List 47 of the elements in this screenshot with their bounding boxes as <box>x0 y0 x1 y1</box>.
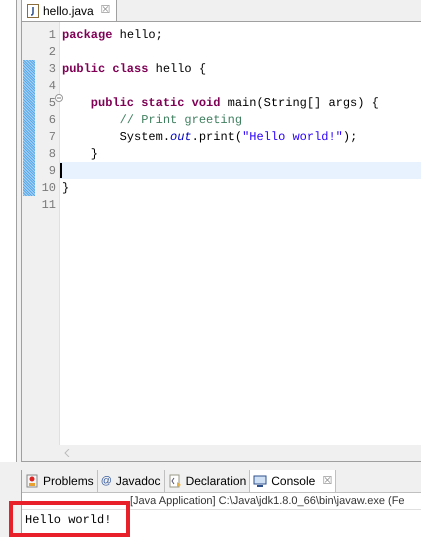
line-number: 5 <box>48 94 56 112</box>
tab-label: Console <box>271 473 316 490</box>
code-text: package hello; <box>61 26 163 44</box>
line-number: 3 <box>48 60 56 78</box>
line-number: 2 <box>48 44 56 60</box>
change-marker <box>23 111 35 128</box>
change-marker <box>23 145 35 162</box>
close-button[interactable]: ☒ <box>322 472 332 490</box>
change-marker <box>23 60 35 77</box>
panel-tab[interactable]: @ Javadoc <box>98 470 165 492</box>
line-number: 9 <box>48 162 56 180</box>
tab-label: hello.java <box>43 2 94 20</box>
monitor-icon <box>253 474 268 488</box>
code-text: System.out.print("Hello world!"); <box>118 128 358 146</box>
at-icon: @ <box>100 472 112 490</box>
line-number: 4 <box>48 78 56 94</box>
tab-label: Problems <box>43 473 94 490</box>
code-text: public static void main(String[] args) { <box>90 94 379 112</box>
line-number: 10 <box>42 180 56 196</box>
line-number: 7 <box>48 128 56 146</box>
problems-icon <box>25 474 39 488</box>
panel-tab[interactable]: Console ☒ <box>250 470 336 492</box>
line-number: 11 <box>42 196 56 214</box>
editor-tab[interactable]: hello.java ☒ <box>22 0 117 21</box>
line-number: 8 <box>48 146 56 162</box>
tab-label: Declaration <box>186 473 246 490</box>
change-marker <box>23 77 35 94</box>
line-number: 6 <box>48 112 56 128</box>
code-text: } <box>61 180 70 196</box>
code-text: } <box>90 146 98 162</box>
close-button[interactable]: ☒ <box>100 2 111 19</box>
panel-tab[interactable]: Declaration <box>164 470 250 492</box>
change-marker <box>23 94 35 111</box>
declaration-icon <box>168 474 182 488</box>
tab-label: Javadoc <box>116 473 161 490</box>
code-text: public class hello { <box>61 60 206 78</box>
change-marker <box>23 162 35 179</box>
scroll-left-icon[interactable] <box>64 449 70 457</box>
change-marker <box>23 128 35 145</box>
text-cursor <box>60 163 62 178</box>
console-output: Hello world! <box>25 512 112 529</box>
line-number: 1 <box>48 26 56 44</box>
change-marker <box>23 179 35 196</box>
console-status: [Java Application] C:\Java\jdk1.8.0_66\bin\javaw.exe (Fe <box>130 494 405 509</box>
code-text: // Print greeting <box>118 112 242 128</box>
java-file-icon <box>27 4 39 18</box>
collapse-icon[interactable] <box>55 94 63 102</box>
